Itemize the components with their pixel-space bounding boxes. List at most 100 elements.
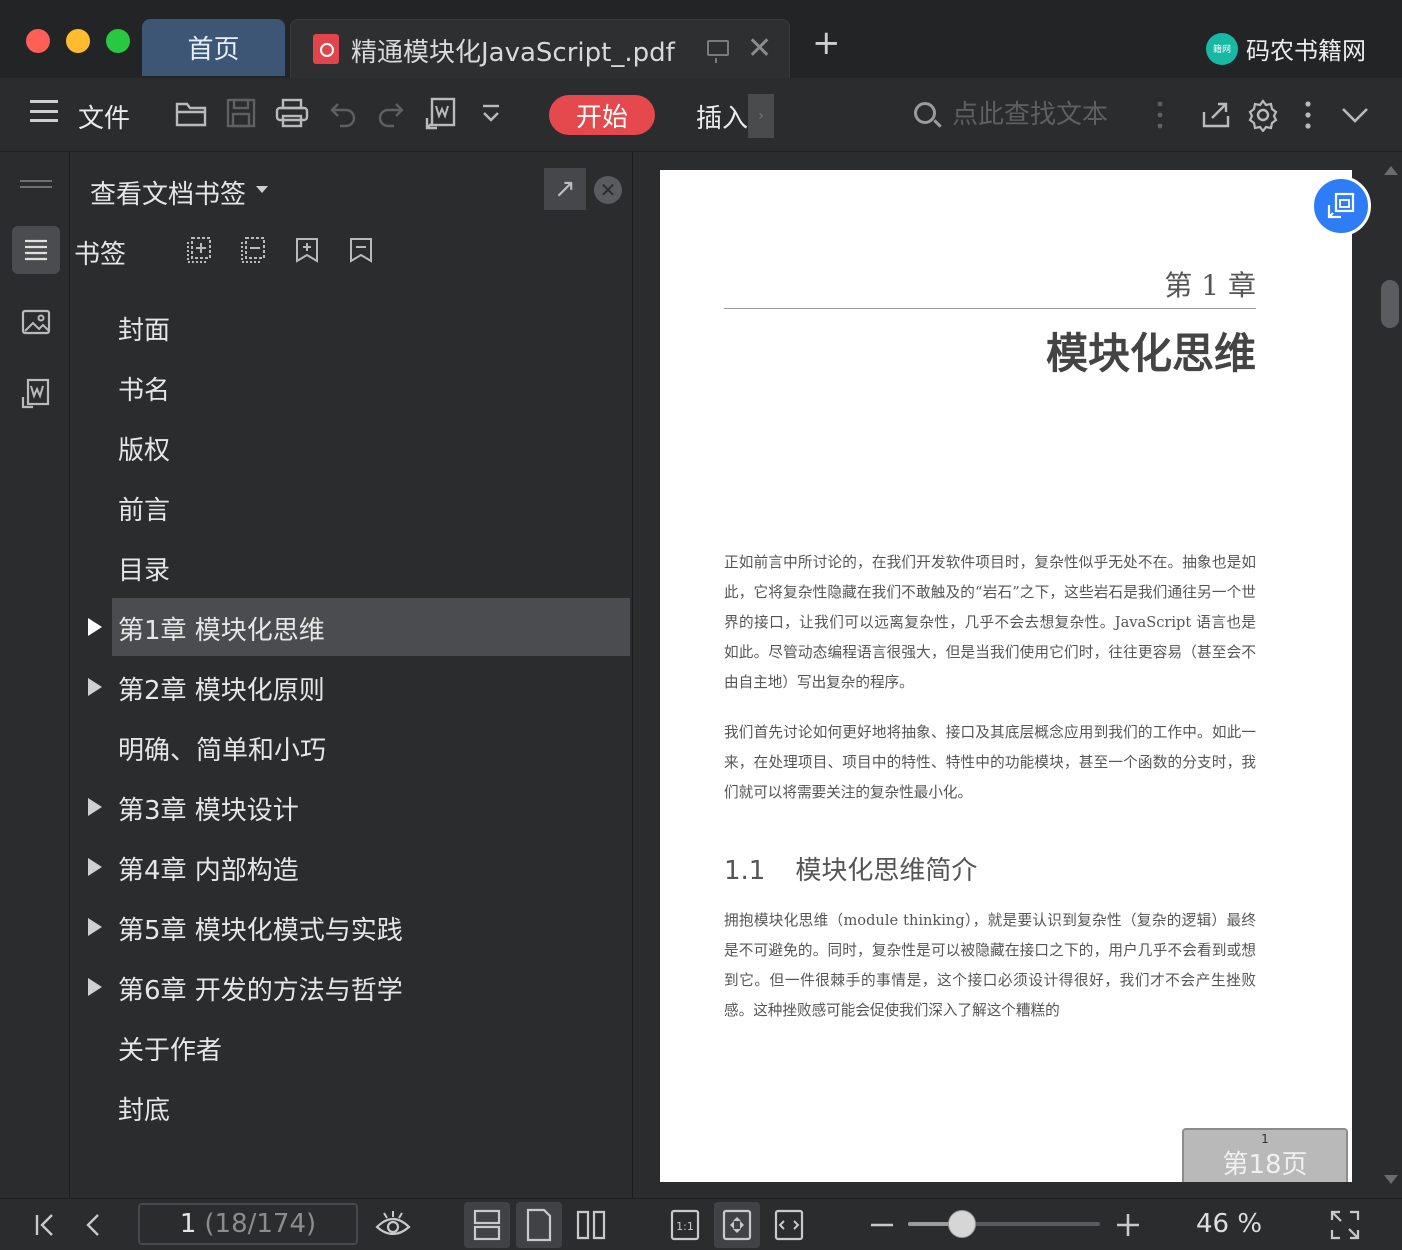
- previous-page-icon[interactable]: [80, 1207, 106, 1243]
- collapse-sidebar-icon[interactable]: [20, 180, 52, 188]
- scrollbar-thumb[interactable]: [1381, 280, 1399, 328]
- insert-child-bookmark-icon[interactable]: [294, 236, 320, 264]
- bookmark-item[interactable]: 第5章 模块化模式与实践: [70, 898, 633, 958]
- minimize-window-button[interactable]: [66, 29, 90, 53]
- scroll-up-arrow-icon[interactable]: [1384, 166, 1398, 175]
- remove-bookmark-icon[interactable]: [240, 236, 266, 264]
- bookmark-item-label: 封面: [118, 315, 171, 346]
- bookmark-item[interactable]: 封面: [70, 298, 633, 358]
- bookmark-item-label: 第3章 模块设计: [118, 795, 299, 826]
- open-folder-icon[interactable]: [174, 96, 210, 130]
- zoom-in-icon[interactable]: [1114, 1207, 1142, 1243]
- section-heading: 1.1 模块化思维简介: [724, 850, 977, 887]
- bookmark-item[interactable]: 封底: [70, 1078, 633, 1138]
- settings-gear-icon[interactable]: [1246, 98, 1280, 132]
- first-page-icon[interactable]: [30, 1207, 60, 1243]
- bookmark-item[interactable]: 第6章 开发的方法与哲学: [70, 958, 633, 1018]
- page-number-field[interactable]: 1 (18/174): [138, 1203, 358, 1245]
- file-menu[interactable]: 文件: [78, 98, 130, 135]
- bookmark-item[interactable]: 第3章 模块设计: [70, 778, 633, 838]
- search-input[interactable]: [952, 96, 1122, 134]
- convert-to-word-icon[interactable]: [424, 96, 458, 132]
- bookmark-item[interactable]: 书名: [70, 358, 633, 418]
- zoom-slider[interactable]: [908, 1210, 1100, 1238]
- float-panel-button[interactable]: ↗: [544, 168, 586, 210]
- search-icon[interactable]: [914, 102, 936, 124]
- add-bookmark-icon[interactable]: [186, 236, 212, 264]
- zoom-out-icon[interactable]: [868, 1207, 896, 1243]
- new-tab-button[interactable]: +: [812, 26, 841, 60]
- expand-arrow-icon[interactable]: [88, 978, 102, 996]
- bookmark-item[interactable]: 版权: [70, 418, 633, 478]
- tab-document-title: 精通模块化JavaScript_.pdf: [351, 38, 675, 68]
- zoom-slider-thumb[interactable]: [947, 1210, 976, 1238]
- floating-convert-button[interactable]: [1311, 176, 1371, 236]
- panel-title-dropdown[interactable]: 查看文档书签: [90, 174, 246, 211]
- bookmark-item[interactable]: 明确、简单和小巧: [70, 718, 633, 778]
- more-vertical-icon[interactable]: [1152, 98, 1168, 132]
- image-icon: [21, 309, 51, 335]
- zoom-window-button[interactable]: [106, 29, 130, 53]
- zoom-level[interactable]: 46 %: [1196, 1209, 1262, 1239]
- expand-arrow-icon[interactable]: [88, 918, 102, 936]
- bookmark-item[interactable]: 目录: [70, 538, 633, 598]
- status-bar: 1 (18/174) 1:1 46 %: [0, 1198, 1402, 1250]
- two-page-icon[interactable]: [574, 1207, 608, 1243]
- close-panel-button[interactable]: ✕: [594, 176, 622, 204]
- list-icon: [25, 239, 47, 261]
- redo-icon[interactable]: [376, 98, 406, 128]
- expand-arrow-icon[interactable]: [88, 678, 102, 696]
- tab-document[interactable]: 精通模块化JavaScript_.pdf ✕: [290, 19, 790, 78]
- expand-arrow-icon[interactable]: [88, 798, 102, 816]
- share-icon[interactable]: [1200, 98, 1232, 130]
- chevron-down-icon[interactable]: [1340, 104, 1370, 126]
- convert-word-icon: [21, 378, 50, 409]
- page-total: (18/174): [204, 1209, 317, 1239]
- close-window-button[interactable]: [26, 29, 50, 53]
- continuous-scroll-icon[interactable]: [470, 1207, 504, 1243]
- document-viewport[interactable]: 第 1 章 模块化思维 正如前言中所讨论的，在我们开发软件项目时，复杂性似乎无处…: [634, 152, 1380, 1198]
- brand-logo: 籍网: [1206, 32, 1238, 65]
- expand-arrow-icon[interactable]: [88, 858, 102, 876]
- tab-close-icon[interactable]: ✕: [747, 34, 772, 64]
- tab-home[interactable]: 首页: [142, 19, 285, 76]
- bookmark-item[interactable]: 关于作者: [70, 1018, 633, 1078]
- bookmark-section-label: 书签: [74, 240, 127, 270]
- pdf-page[interactable]: 第 1 章 模块化思维 正如前言中所讨论的，在我们开发软件项目时，复杂性似乎无处…: [660, 170, 1352, 1182]
- bookmark-item[interactable]: 前言: [70, 478, 633, 538]
- chapter-title: 模块化思维: [1045, 329, 1256, 378]
- customize-toolbar-icon[interactable]: [478, 102, 504, 126]
- body-paragraph: 拥抱模块化思维（module thinking），就是要认识到复杂性（复杂的逻辑…: [724, 912, 1256, 1019]
- chapter-divider: [724, 308, 1256, 309]
- print-icon[interactable]: [274, 96, 310, 130]
- start-tab-button[interactable]: 开始: [549, 95, 655, 135]
- section-number: 1.1: [724, 856, 766, 886]
- page-number-badge: 1 第18页: [1182, 1128, 1348, 1182]
- brand-name: 码农书籍网: [1246, 37, 1366, 65]
- convert-view-button[interactable]: [12, 370, 60, 418]
- thumbnails-view-button[interactable]: [12, 298, 60, 346]
- single-page-icon[interactable]: [522, 1207, 556, 1243]
- caret-down-icon[interactable]: [256, 186, 268, 193]
- bookmark-item-label: 封底: [118, 1095, 171, 1126]
- more-tabs-button[interactable]: ›: [748, 94, 774, 138]
- expand-arrow-icon[interactable]: [88, 618, 102, 636]
- fullscreen-icon[interactable]: [1328, 1207, 1362, 1243]
- vertical-scrollbar[interactable]: [1380, 152, 1402, 1198]
- undo-icon[interactable]: [328, 98, 358, 128]
- reading-mode-eye-icon[interactable]: [374, 1207, 412, 1243]
- fit-page-icon[interactable]: [720, 1207, 754, 1243]
- bookmark-item[interactable]: 第2章 模块化原则: [70, 658, 633, 718]
- menu-icon[interactable]: [30, 100, 58, 122]
- actual-size-icon[interactable]: 1:1: [668, 1207, 702, 1243]
- more-options-icon[interactable]: [1300, 98, 1316, 132]
- insert-tab-button[interactable]: 插入: [696, 98, 748, 135]
- bookmark-item[interactable]: 第4章 内部构造: [70, 838, 633, 898]
- scroll-down-arrow-icon[interactable]: [1384, 1175, 1398, 1184]
- bookmarks-view-button[interactable]: [12, 226, 60, 274]
- save-icon[interactable]: [224, 96, 258, 130]
- bookmark-item-selected[interactable]: 第1章 模块化思维: [70, 598, 633, 658]
- screen-icon[interactable]: [707, 40, 729, 63]
- edit-bookmark-icon[interactable]: [348, 236, 374, 264]
- fit-width-icon[interactable]: [772, 1207, 806, 1243]
